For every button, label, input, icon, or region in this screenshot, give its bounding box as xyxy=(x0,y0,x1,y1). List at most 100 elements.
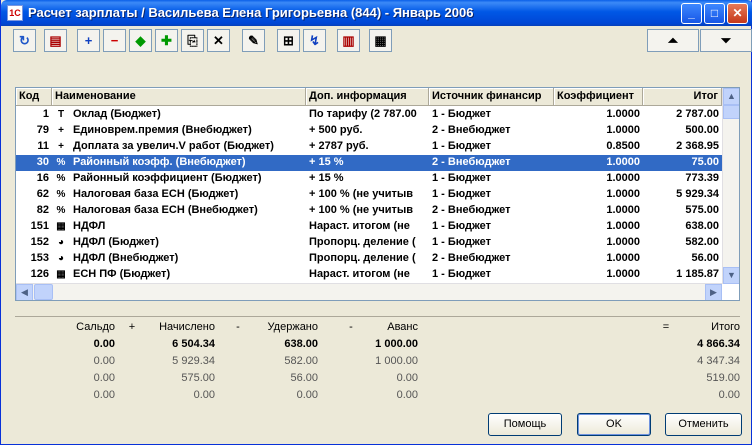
table-row[interactable]: 1 T Оклад (Бюджет) По тарифу (2 787.00 1 - Б… xyxy=(16,107,722,123)
table-row[interactable]: 79 + Единоврем.премия (Внебюджет) + 500 руб… xyxy=(16,123,722,139)
scroll-thumb[interactable] xyxy=(723,105,739,119)
scroll-right-icon[interactable]: ▶ xyxy=(705,284,722,300)
cell-source: 2 - Внебюджет xyxy=(432,252,511,264)
move-up-icon[interactable]: ⏶ xyxy=(647,29,699,52)
close-button[interactable]: ✕ xyxy=(727,3,748,24)
cell-coef: 1.0000 xyxy=(606,268,640,280)
row-name: НДФЛ (Бюджет) xyxy=(73,236,159,248)
cell-total: 2 787.00 xyxy=(676,108,719,120)
cell-total: 582.00 xyxy=(685,236,719,248)
cell-code: 152 xyxy=(30,236,49,248)
calc-icon[interactable]: ↯ xyxy=(303,29,326,52)
cell-info: Нараст. итогом (не xyxy=(309,268,410,280)
col-coef-header[interactable]: Коэффициент xyxy=(554,88,643,106)
vertical-scrollbar[interactable]: ▲ ▼ xyxy=(722,88,739,284)
label-accrued: Начислено xyxy=(159,321,215,333)
add-icon[interactable]: + xyxy=(77,29,100,52)
diamond-icon[interactable]: ◆ xyxy=(129,29,152,52)
cell-total: 638.00 xyxy=(685,220,719,232)
cell-coef: 1.0000 xyxy=(606,236,640,248)
label-minus-1: - xyxy=(236,321,240,333)
delete-icon[interactable]: ✕ xyxy=(207,29,230,52)
table-icon[interactable]: ▦ xyxy=(369,29,392,52)
cell-total: 2 368.95 xyxy=(676,140,719,152)
remove-icon[interactable]: − xyxy=(103,29,126,52)
row-type-icon: % xyxy=(56,189,66,200)
col-total-header[interactable]: Итог xyxy=(643,88,722,106)
label-saldo: Сальдо xyxy=(76,321,115,333)
cell-code: 151 xyxy=(30,220,49,232)
report-icon[interactable]: ▤ xyxy=(44,29,67,52)
cell-coef: 1.0000 xyxy=(606,220,640,232)
row-type-icon: % xyxy=(56,205,66,216)
summary-saldo-value: 0.00 xyxy=(93,338,115,350)
cell-info: + 100 % (не учитыв xyxy=(309,188,414,200)
cell-source: 1 - Бюджет xyxy=(432,108,492,120)
copy-icon[interactable]: ⎘ xyxy=(181,29,204,52)
cell-name: ▦ ЕСН ПФ (Бюджет) xyxy=(52,267,306,283)
cancel-button[interactable]: Отменить xyxy=(665,413,742,436)
ok-button[interactable]: OK xyxy=(577,413,651,436)
row-name: ЕСН ПФ (Бюджет) xyxy=(73,268,171,280)
cell-name: % Районный коэффициент (Бюджет) xyxy=(52,171,306,187)
cell-name: + Единоврем.премия (Внебюджет) xyxy=(52,123,306,139)
col-code-header[interactable]: Код xyxy=(16,88,52,106)
table-row[interactable]: 11 + Доплата за увелич.V работ (Бюджет) + 2… xyxy=(16,139,722,155)
window-title: Расчет зарплаты / Васильева Елена Григор… xyxy=(28,5,474,20)
cell-code: 11 xyxy=(37,140,49,152)
col-name-header[interactable]: Наименование xyxy=(52,88,306,106)
label-plus: + xyxy=(128,321,136,333)
cell-code: 79 xyxy=(36,124,49,136)
table-row[interactable]: 30% Районный коэфф. (Внебюджет) + 15 % 2 - … xyxy=(16,155,722,171)
row-name: НДФЛ (Внебюджет) xyxy=(73,252,179,264)
scroll-down-icon[interactable]: ▼ xyxy=(723,267,739,284)
help-button[interactable]: Помощь xyxy=(488,413,562,436)
summary-accrued-value: 575.00 xyxy=(181,372,215,384)
cell-info: Пропорц. деление ( xyxy=(309,252,416,264)
scroll-left-icon[interactable]: ◀ xyxy=(16,284,33,300)
maximize-button[interactable]: □ xyxy=(704,3,725,24)
cell-source: 2 - Внебюджет xyxy=(432,156,511,168)
cell-coef: 1.0000 xyxy=(606,156,640,168)
table-row[interactable]: 152 ◕ НДФЛ (Бюджет) Пропорц. деление (1 - Б… xyxy=(16,235,722,251)
summary-saldo-value: 0.00 xyxy=(93,372,115,384)
scroll-up-icon[interactable]: ▲ xyxy=(723,88,739,105)
app-icon: 1С xyxy=(7,5,23,21)
row-name: Оклад (Бюджет) xyxy=(73,108,161,120)
table-row[interactable]: 126 ▦ ЕСН ПФ (Бюджет) Нараст. итогом (не 1 -… xyxy=(16,267,722,283)
cell-total: 500.00 xyxy=(685,124,719,136)
table-row[interactable]: 153 ◕ НДФЛ (Внебюджет) Пропорц. деление (2 … xyxy=(16,251,722,267)
refresh-icon[interactable]: ↻ xyxy=(13,29,36,52)
table-row[interactable]: 151 ▦ НДФЛ Нараст. итогом (не 1 - Бюджет 1.00… xyxy=(16,219,722,235)
cell-name: ▦ НДФЛ xyxy=(52,219,306,235)
cell-total: 5 929.34 xyxy=(676,188,719,200)
summary-total-value: 519.00 xyxy=(706,372,740,384)
edit-icon[interactable]: ✎ xyxy=(242,29,265,52)
table-row[interactable]: 82% Налоговая база ЕСН (Внебюджет) + 100 %… xyxy=(16,203,722,219)
table-row[interactable]: 16% Районный коэффициент (Бюджет) + 15 % 1 … xyxy=(16,171,722,187)
cell-info: + 2787 руб. xyxy=(309,140,369,152)
cell-total: 56.00 xyxy=(691,252,719,264)
hscroll-thumb[interactable] xyxy=(34,284,53,300)
insert-icon[interactable]: ✚ xyxy=(155,29,178,52)
row-type-icon: ▦ xyxy=(56,269,66,280)
col-source-header[interactable]: Источник финансир xyxy=(429,88,554,106)
table-row[interactable]: 62% Налоговая база ЕСН (Бюджет) + 100 % (н… xyxy=(16,187,722,203)
horizontal-scrollbar[interactable]: ◀ ▶ xyxy=(16,283,722,300)
summary-withheld-value: 56.00 xyxy=(290,372,318,384)
title-bar[interactable]: 1С Расчет зарплаты / Васильева Елена Гри… xyxy=(1,0,752,26)
cell-name: T Оклад (Бюджет) xyxy=(52,107,306,123)
cell-source: 1 - Бюджет xyxy=(432,268,492,280)
accruals-grid[interactable]: Код Наименование Доп. информация Источни… xyxy=(15,87,740,301)
row-name: Налоговая база ЕСН (Бюджет) xyxy=(73,188,239,200)
cell-source: 2 - Внебюджет xyxy=(432,204,511,216)
cell-source: 1 - Бюджет xyxy=(432,188,492,200)
calculator-icon[interactable]: ▥ xyxy=(337,29,360,52)
tree-icon[interactable]: ⊞ xyxy=(277,29,300,52)
minimize-button[interactable]: _ xyxy=(681,3,702,24)
cell-code: 1 xyxy=(42,108,49,120)
col-info-header[interactable]: Доп. информация xyxy=(306,88,429,106)
move-down-icon[interactable]: ⏷ xyxy=(700,29,752,52)
cell-info: Нараст. итогом (не xyxy=(309,220,410,232)
summary-withheld-value: 0.00 xyxy=(296,389,318,401)
